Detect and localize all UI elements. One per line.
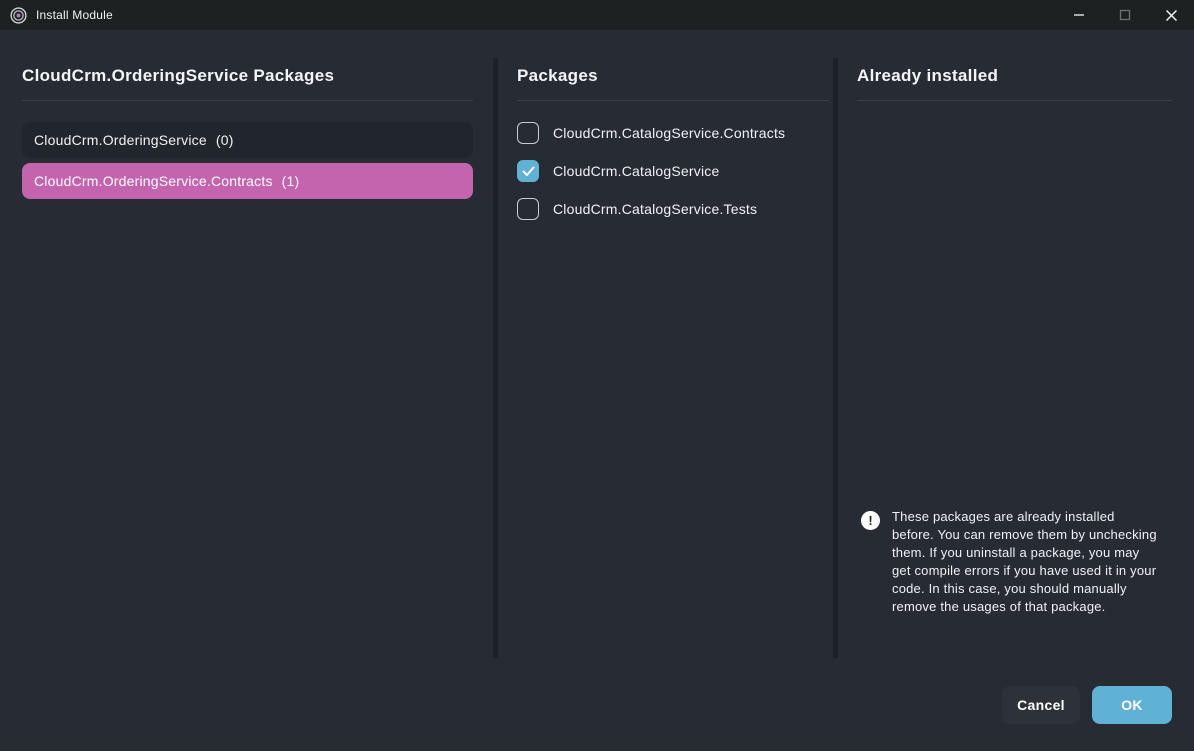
project-label: CloudCrm.OrderingService.Contracts: [34, 173, 273, 189]
installed-header-divider: [857, 100, 1172, 101]
checkbox-catalogservice-contracts[interactable]: [517, 122, 539, 144]
installed-info-text: These packages are already installed bef…: [892, 508, 1160, 616]
package-label: CloudCrm.CatalogService.Tests: [553, 201, 757, 217]
project-count: (1): [282, 173, 300, 189]
column-divider-left: [493, 58, 498, 658]
list-item-orderingservice[interactable]: CloudCrm.OrderingService (0): [22, 122, 473, 158]
checkbox-catalogservice[interactable]: [517, 160, 539, 182]
package-row-catalogservice[interactable]: CloudCrm.CatalogService: [517, 159, 719, 183]
project-label: CloudCrm.OrderingService: [34, 132, 207, 148]
column-divider-right: [833, 58, 838, 658]
window-title: Install Module: [36, 8, 113, 22]
alert-icon: !: [861, 511, 880, 530]
check-icon: [522, 166, 535, 177]
package-row-catalogservice-contracts[interactable]: CloudCrm.CatalogService.Contracts: [517, 121, 785, 145]
app-logo-icon: [10, 7, 27, 24]
close-button[interactable]: [1148, 0, 1194, 30]
window-controls: [1056, 0, 1194, 30]
package-label: CloudCrm.CatalogService.Contracts: [553, 125, 785, 141]
ok-button[interactable]: OK: [1092, 686, 1172, 724]
cancel-button[interactable]: Cancel: [1002, 686, 1080, 724]
package-label: CloudCrm.CatalogService: [553, 163, 719, 179]
left-header-divider: [22, 100, 473, 101]
left-column-header: CloudCrm.OrderingService Packages: [22, 66, 334, 86]
already-installed-info: ! These packages are already installed b…: [861, 508, 1161, 616]
package-row-catalogservice-tests[interactable]: CloudCrm.CatalogService.Tests: [517, 197, 757, 221]
installed-column-header: Already installed: [857, 66, 998, 86]
checkbox-catalogservice-tests[interactable]: [517, 198, 539, 220]
dialog-content: CloudCrm.OrderingService Packages CloudC…: [0, 30, 1194, 751]
packages-column-header: Packages: [517, 66, 598, 86]
titlebar: Install Module: [0, 0, 1194, 30]
project-count: (0): [216, 132, 234, 148]
packages-header-divider: [517, 100, 829, 101]
minimize-button[interactable]: [1056, 0, 1102, 30]
list-item-orderingservice-contracts[interactable]: CloudCrm.OrderingService.Contracts (1): [22, 163, 473, 199]
maximize-button[interactable]: [1102, 0, 1148, 30]
